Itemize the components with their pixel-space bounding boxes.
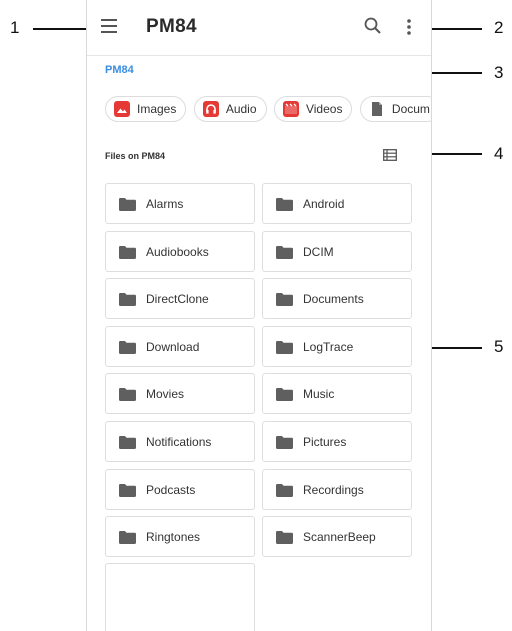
more-options-icon[interactable] (403, 16, 415, 38)
folder-icon (276, 198, 293, 211)
callout-number-4: 4 (494, 144, 504, 163)
section-heading: Files on PM84 (105, 151, 166, 161)
chip-label: Docum (391, 102, 430, 116)
app-bar: PM84 (87, 0, 431, 56)
folder-icon (119, 388, 136, 402)
folder-tile[interactable]: Download (105, 325, 255, 367)
folder-icon (276, 531, 293, 545)
folder-name: Music (303, 387, 335, 402)
folder-icon (276, 293, 293, 307)
folder-icon (119, 531, 136, 545)
folder-name: Podcasts (146, 482, 196, 497)
breadcrumb[interactable]: PM84 (105, 64, 134, 76)
callout-number-1: 1 (10, 18, 20, 37)
folder-tile[interactable]: Alarms (105, 183, 255, 224)
callout-number-2: 2 (494, 18, 504, 37)
folder-name: Movies (146, 387, 185, 402)
folder-name: Recordings (303, 482, 364, 497)
hamburger-menu-icon[interactable] (101, 19, 117, 33)
folder-name: LogTrace (303, 339, 354, 354)
folder-icon (276, 436, 293, 449)
folder-icon (119, 245, 136, 259)
list-view-icon[interactable] (383, 148, 397, 161)
folder-tile[interactable]: Documents (262, 278, 412, 320)
folder-tile[interactable]: DCIM (262, 230, 412, 272)
folder-icon (119, 198, 136, 211)
file-manager-screen: PM84 PM84 Images Audio Videos Docum File… (86, 0, 432, 631)
folder-name: DirectClone (146, 292, 209, 307)
folder-icon (276, 340, 293, 354)
chip-label: Images (137, 102, 177, 116)
document-icon (369, 101, 385, 117)
folder-tile[interactable]: LogTrace (262, 325, 412, 367)
folder-icon (276, 483, 293, 497)
callout-line-1 (33, 28, 91, 30)
image-icon (114, 101, 130, 117)
folder-tile[interactable]: Audiobooks (105, 230, 255, 272)
folder-tile[interactable]: Podcasts (105, 468, 255, 510)
chip-audio[interactable]: Audio (193, 96, 267, 122)
callout-number-5: 5 (494, 337, 504, 356)
video-icon (282, 101, 299, 117)
folder-tile[interactable]: Android (262, 183, 412, 224)
folder-icon (119, 436, 136, 449)
page-title: PM84 (146, 16, 197, 37)
folder-name: Notifications (146, 435, 212, 449)
folder-name: Audiobooks (146, 244, 209, 259)
folder-name: ScannerBeep (303, 530, 376, 545)
folder-icon (119, 483, 136, 497)
folder-tile[interactable]: Recordings (262, 468, 412, 510)
folder-tile-partial[interactable] (105, 563, 255, 631)
headphones-icon (202, 101, 219, 117)
folder-name: Download (146, 339, 200, 354)
chip-label: Audio (225, 102, 257, 116)
callout-number-3: 3 (494, 63, 504, 82)
chip-videos[interactable]: Videos (273, 96, 353, 122)
folder-tile[interactable]: Notifications (105, 421, 255, 462)
folder-tile[interactable]: Music (262, 373, 412, 415)
folder-icon (119, 340, 136, 354)
folder-tile[interactable]: DirectClone (105, 278, 255, 320)
folder-name: Android (303, 197, 345, 211)
folder-name: Alarms (146, 197, 184, 211)
chip-images[interactable]: Images (105, 96, 187, 122)
folder-icon (119, 293, 136, 307)
folder-tile[interactable]: Pictures (262, 421, 412, 462)
chip-label: Videos (305, 102, 343, 116)
folder-tile[interactable]: Ringtones (105, 516, 255, 558)
folder-name: DCIM (303, 244, 334, 259)
search-icon[interactable] (363, 16, 383, 36)
folder-name: Documents (303, 292, 364, 307)
folder-icon (276, 388, 293, 402)
folder-name: Ringtones (146, 530, 201, 545)
category-chips: Images Audio Videos Docum (105, 96, 431, 124)
chip-documents[interactable]: Docum (359, 96, 431, 122)
callout-line-2 (424, 28, 482, 30)
folder-tile[interactable]: Movies (105, 373, 255, 415)
folder-tile[interactable]: ScannerBeep (262, 516, 412, 558)
folder-icon (276, 245, 293, 259)
folder-name: Pictures (303, 435, 347, 449)
